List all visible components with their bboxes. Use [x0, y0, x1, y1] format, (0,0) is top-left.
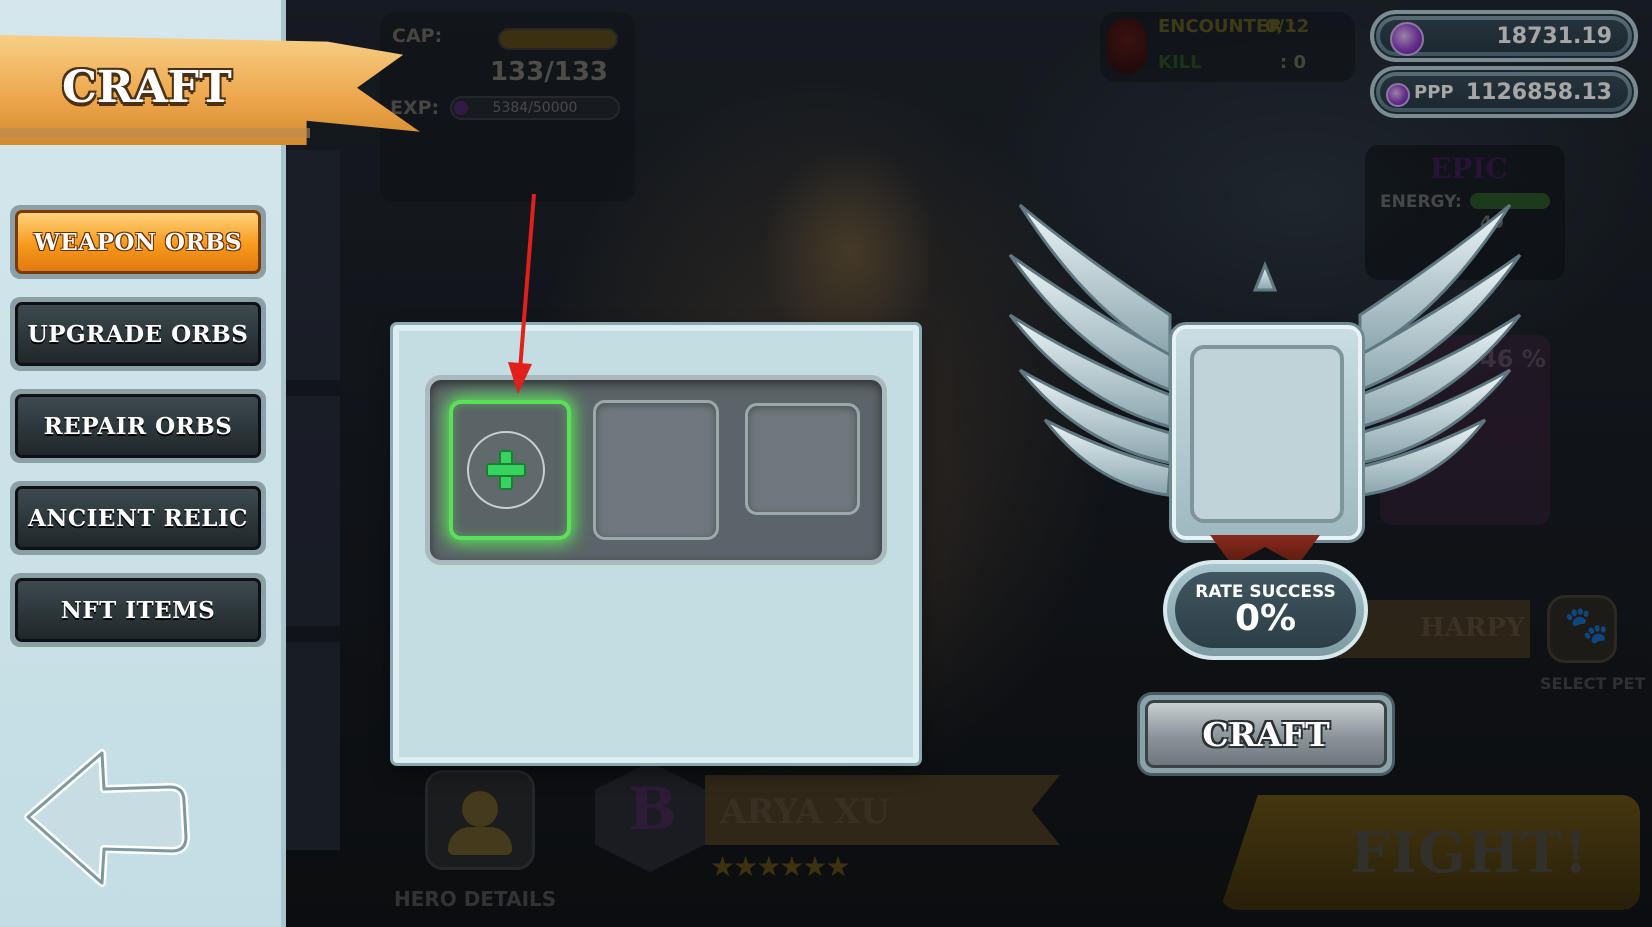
craft-button[interactable]: CRAFT: [1140, 695, 1392, 773]
menu-label: UPGRADE ORBS: [15, 302, 261, 366]
menu-repair-orbs[interactable]: REPAIR ORBS: [10, 389, 266, 463]
craft-slot-3[interactable]: [745, 403, 860, 515]
menu-ancient-relic[interactable]: ANCIENT RELIC: [10, 481, 266, 555]
plus-icon[interactable]: [484, 448, 528, 492]
rate-success-value: 0%: [1234, 598, 1297, 639]
craft-slot-2[interactable]: [593, 400, 719, 540]
menu-label: REPAIR ORBS: [15, 394, 261, 458]
back-arrow-icon[interactable]: [22, 745, 192, 895]
menu-label: ANCIENT RELIC: [15, 486, 261, 550]
plus-icon-horizontal: [486, 463, 526, 477]
result-slot: [1190, 345, 1344, 523]
menu-weapon-orbs[interactable]: WEAPON ORBS: [10, 205, 266, 279]
annotation-arrow-icon: [508, 193, 536, 394]
craft-button-label: CRAFT: [1145, 700, 1387, 768]
ribbon-shadow: [0, 128, 310, 138]
menu-nft-items[interactable]: NFT ITEMS: [10, 573, 266, 647]
menu-upgrade-orbs[interactable]: UPGRADE ORBS: [10, 297, 266, 371]
menu-label: NFT ITEMS: [15, 578, 261, 642]
page-title: CRAFT: [62, 62, 232, 113]
menu-label: WEAPON ORBS: [15, 210, 261, 274]
game-screen: CAP: 133/133 EXP: 5384/50000 ENCOUNTER :…: [0, 0, 1652, 927]
